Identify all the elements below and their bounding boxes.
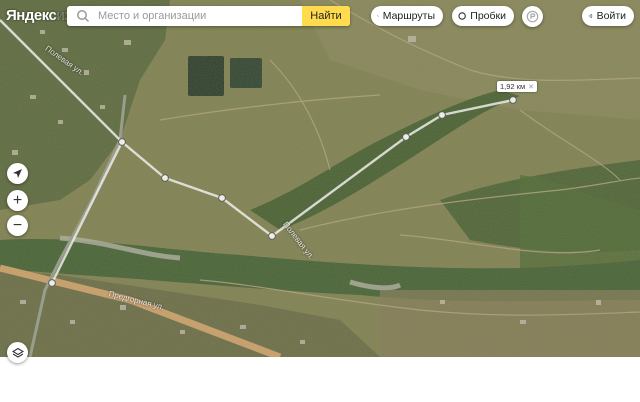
layers-button[interactable]	[7, 342, 28, 363]
layers-icon	[11, 347, 24, 358]
locate-icon	[13, 169, 22, 178]
routes-label: Маршруты	[382, 10, 435, 22]
route-icon	[377, 15, 379, 17]
panorama-button[interactable]	[522, 6, 543, 27]
search-input[interactable]	[96, 9, 290, 23]
login-button[interactable]: Войти	[582, 6, 634, 26]
panorama-icon	[526, 10, 539, 23]
zoom-out-icon: −	[12, 216, 23, 234]
close-icon[interactable]: ✕	[528, 83, 534, 91]
zoom-in-icon: +	[12, 191, 23, 209]
map-view[interactable]: Предгорная ул. Полевая ул. Полевая ул. 1…	[0, 0, 640, 357]
distance-label[interactable]: 1,92 км ✕	[497, 81, 537, 92]
routes-button[interactable]: Маршруты	[371, 6, 443, 26]
zoom-out-button[interactable]: −	[7, 215, 28, 236]
login-label: Войти	[596, 10, 626, 22]
logo-text: Яндекс	[6, 7, 57, 24]
traffic-label: Пробки	[470, 10, 506, 22]
traffic-icon	[458, 12, 466, 20]
yandex-logo[interactable]: Яндексиз	[6, 7, 71, 24]
zoom-in-button[interactable]: +	[7, 190, 28, 211]
locate-button[interactable]	[7, 163, 28, 184]
search-box: Найти	[67, 6, 350, 26]
satellite-imagery	[0, 0, 640, 357]
search-button[interactable]: Найти	[302, 6, 350, 26]
login-icon	[588, 14, 593, 18]
search-icon	[77, 10, 90, 23]
traffic-button[interactable]: Пробки	[452, 6, 514, 26]
distance-value: 1,92 км	[500, 82, 526, 91]
